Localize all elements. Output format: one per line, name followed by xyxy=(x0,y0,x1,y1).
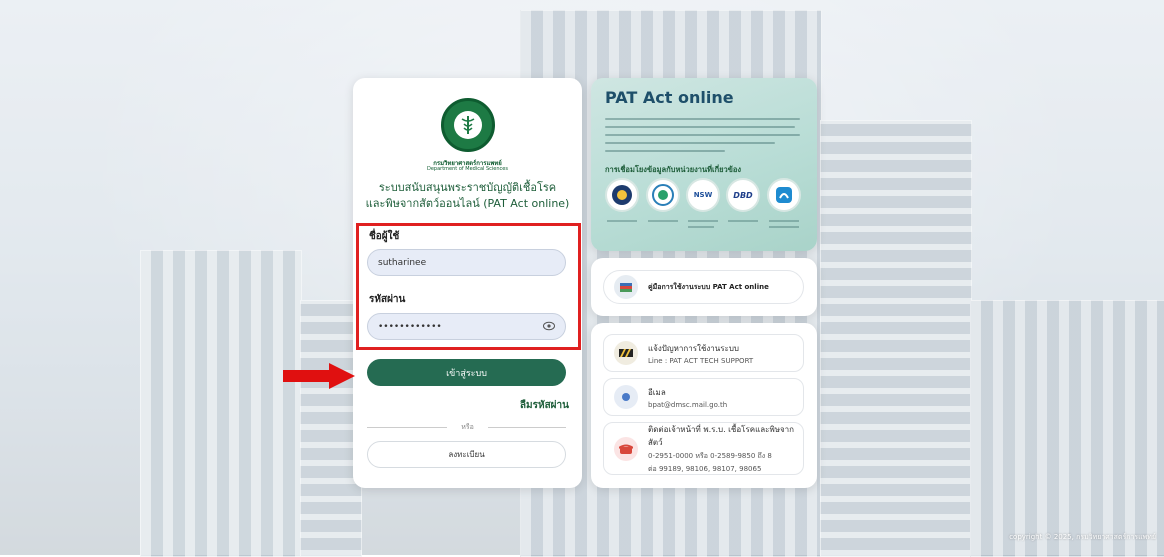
logo-caption xyxy=(769,220,799,222)
phone-numbers: 0-2951-0000 หรือ 0-2589-9850 ถึง 8 xyxy=(648,451,772,460)
warning-stripe-icon xyxy=(614,341,638,365)
phone-contact-text: ติดต่อเจ้าหน้าที่ พ.ร.บ. เชื้อโรคและพิษจ… xyxy=(648,423,803,475)
username-input[interactable]: sutharinee xyxy=(367,249,566,276)
dmsc-logo xyxy=(441,98,495,152)
background-veil xyxy=(0,0,1164,555)
department-name-english: Department of Medical Sciences xyxy=(427,166,508,172)
red-arrow-annotation-icon xyxy=(283,363,355,389)
logo-caption xyxy=(688,226,714,228)
book-icon xyxy=(614,275,638,299)
banner-text-line xyxy=(605,134,800,136)
banner-subtitle: การเชื่อมโยงข้อมูลกับหน่วยงานที่เกี่ยวข้… xyxy=(605,165,742,174)
contact-card: แจ้งปัญหาการใช้งานระบบ Line : PAT ACT TE… xyxy=(591,323,817,488)
banner-text-line xyxy=(605,150,725,152)
register-button[interactable]: ลงทะเบียน xyxy=(367,441,566,468)
background-photo xyxy=(0,0,1164,557)
user-manual-label: คู่มือการใช้งานระบบ PAT Act online xyxy=(648,282,769,291)
logo-caption xyxy=(648,220,678,222)
password-input[interactable]: •••••••••••• xyxy=(367,313,566,340)
logo-caption xyxy=(728,220,758,222)
banner-text-line xyxy=(605,142,775,144)
logo-caption xyxy=(688,220,718,222)
manual-card: คู่มือการใช้งานระบบ PAT Act online xyxy=(591,258,817,316)
report-issue-text: แจ้งปัญหาการใช้งานระบบ Line : PAT ACT TE… xyxy=(648,342,753,365)
copyright-text: copyright © 2025, กรมวิทยาศาสตร์การแพทย์ xyxy=(1009,533,1156,541)
report-issue-row[interactable]: แจ้งปัญหาการใช้งานระบบ Line : PAT ACT TE… xyxy=(603,334,804,372)
dbd-logo-text: DBD xyxy=(733,190,753,200)
dbd-logo: DBD xyxy=(726,178,760,212)
show-password-eye-icon[interactable] xyxy=(543,321,555,331)
email-icon xyxy=(614,385,638,409)
system-title-line2: และพิษจากสัตว์ออนไลน์ (PAT Act online) xyxy=(365,197,570,210)
login-button[interactable]: เข้าสู่ระบบ xyxy=(367,359,566,386)
banner-text-line xyxy=(605,118,800,120)
username-value: sutharinee xyxy=(378,257,427,268)
forgot-password-link[interactable]: ลืมรหัสผ่าน xyxy=(520,398,569,413)
system-title-line1: ระบบสนับสนุนพระราชบัญญัติเชื้อโรค xyxy=(378,181,557,194)
nsw-logo-text: NSW xyxy=(693,191,713,199)
email-row[interactable]: อีเมล bpat@dmsc.mail.go.th xyxy=(603,378,804,416)
agency-logo-1 xyxy=(605,178,639,212)
system-title: ระบบสนับสนุนพระราชบัญญัติเชื้อโรค และพิษ… xyxy=(353,180,582,212)
email-title: อีเมล xyxy=(648,387,666,397)
caduceus-icon xyxy=(454,111,482,139)
login-card: กรมวิทยาศาสตร์การแพทย์ Department of Med… xyxy=(353,78,582,488)
divider-right xyxy=(488,427,566,428)
phone-contact-row[interactable]: ติดต่อเจ้าหน้าที่ พ.ร.บ. เชื้อโรคและพิษจ… xyxy=(603,422,804,475)
logo-caption xyxy=(769,226,799,228)
agency-logo-2 xyxy=(646,178,680,212)
logo-caption xyxy=(607,220,637,222)
agency-logo-5 xyxy=(767,178,801,212)
password-value: •••••••••••• xyxy=(378,321,442,332)
email-text: อีเมล bpat@dmsc.mail.go.th xyxy=(648,386,727,409)
report-issue-line-id: Line : PAT ACT TECH SUPPORT xyxy=(648,356,754,365)
nsw-logo: NSW xyxy=(686,178,720,212)
telephone-icon xyxy=(614,436,638,461)
pat-act-banner: PAT Act online การเชื่อมโยงข้อมูลกับหน่ว… xyxy=(591,78,817,251)
user-manual-button[interactable]: คู่มือการใช้งานระบบ PAT Act online xyxy=(603,270,804,304)
email-address: bpat@dmsc.mail.go.th xyxy=(648,400,728,409)
password-label: รหัสผ่าน xyxy=(369,294,406,305)
username-label: ชื่อผู้ใช้ xyxy=(369,231,400,242)
phone-contact-title: ติดต่อเจ้าหน้าที่ พ.ร.บ. เชื้อโรคและพิษจ… xyxy=(648,424,795,447)
phone-extensions: ต่อ 99189, 98106, 98107, 98065 xyxy=(648,464,762,473)
report-issue-title: แจ้งปัญหาการใช้งานระบบ xyxy=(648,343,739,353)
banner-title: PAT Act online xyxy=(605,88,734,107)
banner-text-line xyxy=(605,126,795,128)
